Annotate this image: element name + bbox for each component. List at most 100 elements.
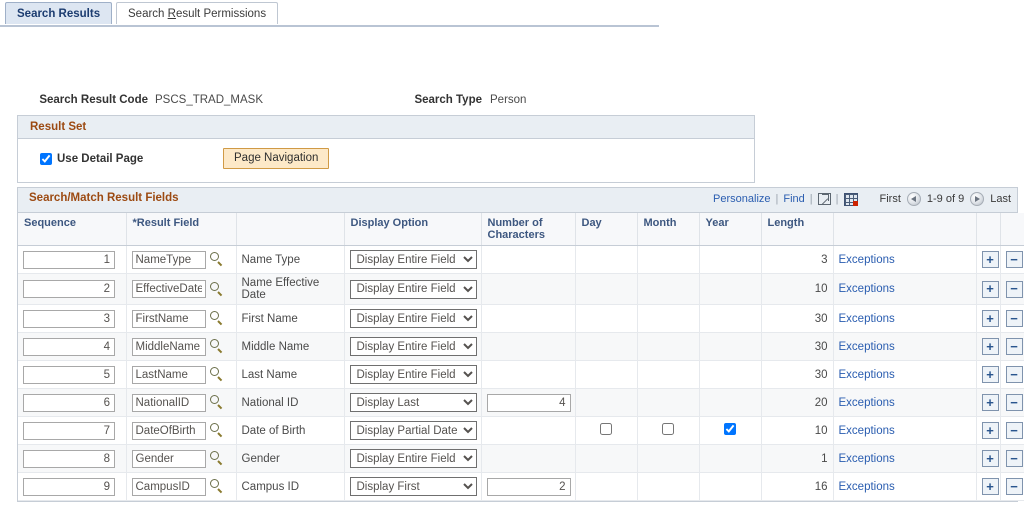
number-of-characters-input[interactable] [487, 478, 571, 496]
result-field-input[interactable] [132, 310, 206, 328]
display-option-select[interactable]: Display Entire FieldDisplay FirstDisplay… [350, 421, 477, 440]
delete-row-button[interactable]: − [1006, 251, 1023, 268]
display-option-select[interactable]: Display Entire FieldDisplay FirstDisplay… [350, 337, 477, 356]
sequence-input[interactable] [23, 338, 115, 356]
result-field-input[interactable] [132, 338, 206, 356]
toolbar-separator-2: | [805, 193, 818, 205]
result-field-input[interactable] [132, 450, 206, 468]
sequence-input[interactable] [23, 450, 115, 468]
delete-row-button[interactable]: − [1006, 366, 1023, 383]
cell-result-field [126, 333, 236, 361]
delete-row-button[interactable]: − [1006, 450, 1023, 467]
find-link[interactable]: Find [783, 193, 804, 205]
exceptions-link[interactable]: Exceptions [839, 397, 895, 409]
tab-search-results[interactable]: Search Results [5, 2, 112, 24]
use-detail-page-checkbox[interactable] [40, 153, 52, 165]
exceptions-link[interactable]: Exceptions [839, 425, 895, 437]
search-result-code-value: PSCS_TRAD_MASK [155, 94, 263, 106]
sequence-input[interactable] [23, 478, 115, 496]
add-row-button[interactable]: + [982, 310, 999, 327]
cell-exceptions: Exceptions [833, 417, 976, 445]
sequence-input[interactable] [23, 394, 115, 412]
display-option-select[interactable]: Display Entire FieldDisplay FirstDisplay… [350, 477, 477, 496]
add-row-button[interactable]: + [982, 422, 999, 439]
display-option-select[interactable]: Display Entire FieldDisplay FirstDisplay… [350, 393, 477, 412]
grid-header: Search/Match Result Fields Personalize |… [18, 188, 1017, 213]
lookup-icon[interactable] [209, 339, 224, 354]
display-option-select[interactable]: Display Entire FieldDisplay FirstDisplay… [350, 309, 477, 328]
cell-day [575, 473, 637, 501]
result-field-input[interactable] [132, 478, 206, 496]
cell-display-option: Display Entire FieldDisplay FirstDisplay… [344, 417, 481, 445]
personalize-link[interactable]: Personalize [713, 193, 770, 205]
display-option-select[interactable]: Display Entire FieldDisplay FirstDisplay… [350, 365, 477, 384]
add-row-button[interactable]: + [982, 251, 999, 268]
left-arrow-icon[interactable] [907, 192, 921, 206]
lookup-icon[interactable] [209, 252, 224, 267]
sequence-input[interactable] [23, 280, 115, 298]
exceptions-link[interactable]: Exceptions [839, 453, 895, 465]
result-field-input[interactable] [132, 422, 206, 440]
display-option-select[interactable]: Display Entire FieldDisplay FirstDisplay… [350, 280, 477, 299]
delete-row-button[interactable]: − [1006, 310, 1023, 327]
add-row-button[interactable]: + [982, 394, 999, 411]
delete-row-button[interactable]: − [1006, 338, 1023, 355]
new-window-icon[interactable] [818, 193, 831, 205]
cell-sequence [18, 361, 126, 389]
month-checkbox[interactable] [662, 423, 674, 435]
lookup-icon[interactable] [209, 311, 224, 326]
use-detail-page-row[interactable]: Use Detail Page [40, 153, 143, 165]
sequence-input[interactable] [23, 366, 115, 384]
year-checkbox[interactable] [724, 423, 736, 435]
cell-field-description: First Name [236, 305, 344, 333]
result-set-group: Result Set Use Detail Page Page Navigati… [17, 115, 755, 183]
page-navigation-button[interactable]: Page Navigation [223, 148, 329, 169]
number-of-characters-input[interactable] [487, 394, 571, 412]
add-row-button[interactable]: + [982, 478, 999, 495]
lookup-icon[interactable] [209, 367, 224, 382]
exceptions-link[interactable]: Exceptions [839, 313, 895, 325]
add-row-button[interactable]: + [982, 281, 999, 298]
delete-row-button[interactable]: − [1006, 281, 1023, 298]
exceptions-link[interactable]: Exceptions [839, 369, 895, 381]
lookup-icon[interactable] [209, 479, 224, 494]
add-row-button[interactable]: + [982, 450, 999, 467]
result-field-input[interactable] [132, 394, 206, 412]
last-link[interactable]: Last [990, 193, 1011, 205]
cell-year [699, 417, 761, 445]
day-checkbox[interactable] [600, 423, 612, 435]
delete-row-button[interactable]: − [1006, 422, 1023, 439]
download-grid-icon[interactable] [844, 193, 858, 206]
result-field-input[interactable] [132, 366, 206, 384]
sequence-input[interactable] [23, 310, 115, 328]
sequence-input[interactable] [23, 422, 115, 440]
cell-year [699, 305, 761, 333]
first-link[interactable]: First [880, 193, 901, 205]
right-arrow-icon[interactable] [970, 192, 984, 206]
cell-sequence [18, 473, 126, 501]
add-row-button[interactable]: + [982, 338, 999, 355]
delete-row-button[interactable]: − [1006, 478, 1023, 495]
exceptions-link[interactable]: Exceptions [839, 283, 895, 295]
exceptions-link[interactable]: Exceptions [839, 254, 895, 266]
sequence-input[interactable] [23, 251, 115, 269]
display-option-select[interactable]: Display Entire FieldDisplay FirstDisplay… [350, 449, 477, 468]
display-option-select[interactable]: Display Entire FieldDisplay FirstDisplay… [350, 250, 477, 269]
cell-day [575, 274, 637, 305]
lookup-icon[interactable] [209, 282, 224, 297]
result-field-input[interactable] [132, 251, 206, 269]
result-field-input[interactable] [132, 280, 206, 298]
cell-number-of-characters [481, 445, 575, 473]
cell-field-description: Name Type [236, 246, 344, 274]
lookup-icon[interactable] [209, 423, 224, 438]
delete-row-button[interactable]: − [1006, 394, 1023, 411]
lookup-icon[interactable] [209, 451, 224, 466]
tab-search-result-permissions[interactable]: Search Result Permissions [116, 2, 278, 24]
add-row-button[interactable]: + [982, 366, 999, 383]
col-length: Length [761, 213, 833, 246]
exceptions-link[interactable]: Exceptions [839, 481, 895, 493]
exceptions-link[interactable]: Exceptions [839, 341, 895, 353]
cell-display-option: Display Entire FieldDisplay FirstDisplay… [344, 361, 481, 389]
cell-sequence [18, 246, 126, 274]
lookup-icon[interactable] [209, 395, 224, 410]
